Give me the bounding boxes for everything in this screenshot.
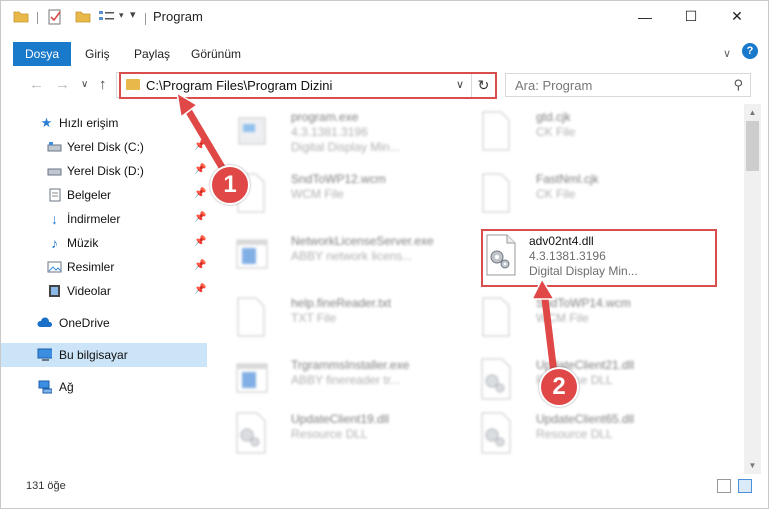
explorer-window: ▾ ▾ Program — ☐ ✕ Dosya Giriş Paylaş Gör… <box>0 0 769 509</box>
callout-step-2: 2 <box>539 367 579 407</box>
arrow-2-head <box>530 277 556 300</box>
arrow-2 <box>540 287 558 377</box>
callout-step-1: 1 <box>210 165 250 205</box>
annotation-arrows <box>175 91 558 377</box>
